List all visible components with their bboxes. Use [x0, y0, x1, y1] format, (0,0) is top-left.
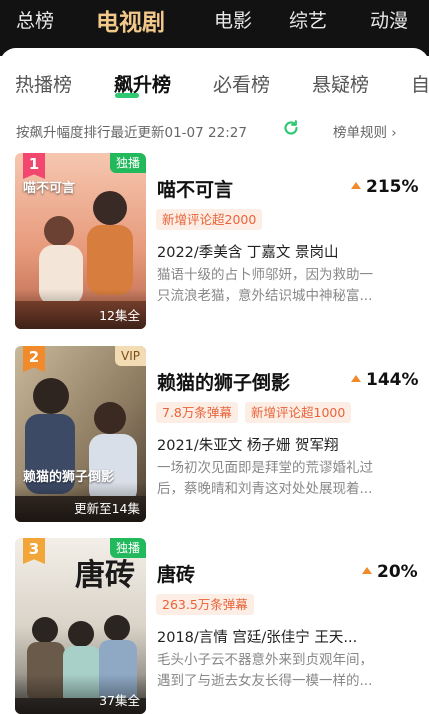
show-description: 一场初次见面即是拜堂的荒谬婚礼过 后，蔡晚晴和刘青这对处处展现着...	[157, 458, 409, 500]
danmaku-badge: 263.5万条弹幕	[156, 594, 254, 615]
episode-count: 12集全	[99, 308, 140, 323]
trend-percentage: 144%	[351, 370, 419, 390]
show-description: 猫语十级的占卜师邬妍，因为救助一 只流浪老猫，意外结识城中神秘富...	[157, 265, 409, 307]
poster-image[interactable]: 唐砖 3 独播 37集全	[15, 538, 146, 714]
category-anime[interactable]: 动漫	[370, 6, 408, 33]
list-item[interactable]: 赖猫的狮子倒影 2 VIP 更新至14集 赖猫的狮子倒影 144% 7.8万条弹…	[0, 346, 429, 522]
description-line: 后，蔡晚晴和刘青这对处处展现着...	[157, 481, 373, 497]
trend-percentage: 215%	[351, 177, 419, 197]
danmaku-badge: 7.8万条弹幕	[156, 402, 238, 423]
description-line: 只流浪老猫，意外结识城中神秘富...	[157, 288, 373, 304]
episode-count: 更新至14集	[74, 501, 140, 516]
list-item[interactable]: 唐砖 3 独播 37集全 唐砖 20% 263.5万条弹幕 2018/言情 宫廷…	[0, 538, 429, 714]
description-line: 猫语十级的占卜师邬妍，因为救助一	[157, 267, 373, 283]
category-tv-series[interactable]: 电视剧	[96, 3, 165, 37]
sort-description: 按飙升幅度排行最近更新01-07 22:27	[16, 125, 247, 141]
ranking-rules-link[interactable]: 榜单规则 ›	[333, 121, 397, 141]
comment-badge: 新增评论超2000	[156, 209, 263, 230]
list-item[interactable]: 喵不可言 1 独播 12集全 喵不可言 215% 新增评论超2000 2022/…	[0, 153, 429, 329]
episode-count: 37集全	[99, 693, 140, 708]
tab-suspense[interactable]: 悬疑榜	[312, 70, 369, 97]
description-line: 毛头小子云不器意外来到贞观年间，	[157, 652, 373, 668]
show-title[interactable]: 唐砖	[157, 560, 195, 587]
trend-up-icon	[351, 182, 361, 189]
poster-title: 喵不可言	[23, 181, 76, 196]
show-description: 毛头小子云不器意外来到贞观年间， 遇到了与逝去女友长得一模一样的...	[157, 650, 409, 692]
exclusive-tag: 独播	[109, 538, 146, 558]
category-overall[interactable]: 总榜	[16, 6, 54, 33]
trend-value: 215%	[366, 177, 419, 197]
refresh-icon[interactable]	[282, 119, 300, 137]
category-movie[interactable]: 电影	[214, 6, 252, 33]
tab-more[interactable]: 自	[411, 70, 429, 97]
description-line: 遇到了与逝去女友长得一模一样的...	[157, 673, 373, 689]
category-variety[interactable]: 综艺	[289, 6, 327, 33]
show-meta: 2022/季美含 丁嘉文 景岗山	[157, 245, 339, 261]
poster-title: 赖猫的狮子倒影	[23, 470, 115, 485]
poster-image[interactable]: 喵不可言 1 独播 12集全	[15, 153, 146, 329]
trend-up-icon	[362, 567, 372, 574]
tab-hot[interactable]: 热播榜	[15, 70, 72, 97]
description-line: 一场初次见面即是拜堂的荒谬婚礼过	[157, 460, 373, 476]
show-title[interactable]: 赖猫的狮子倒影	[157, 368, 290, 395]
show-meta: 2018/言情 宫廷/张佳宁 王天...	[157, 630, 358, 646]
trend-up-icon	[351, 375, 361, 382]
show-title[interactable]: 喵不可言	[157, 175, 233, 202]
exclusive-tag: 独播	[109, 153, 146, 173]
poster-image[interactable]: 赖猫的狮子倒影 2 VIP 更新至14集	[15, 346, 146, 522]
trend-percentage: 20%	[362, 562, 418, 582]
show-meta: 2021/朱亚文 杨子姗 贺军翔	[157, 438, 339, 454]
vip-tag: VIP	[115, 346, 146, 366]
tab-must-watch[interactable]: 必看榜	[213, 70, 270, 97]
comment-badge: 新增评论超1000	[245, 402, 352, 423]
trend-value: 20%	[377, 562, 418, 582]
active-tab-indicator	[115, 93, 139, 98]
trend-value: 144%	[366, 370, 419, 390]
